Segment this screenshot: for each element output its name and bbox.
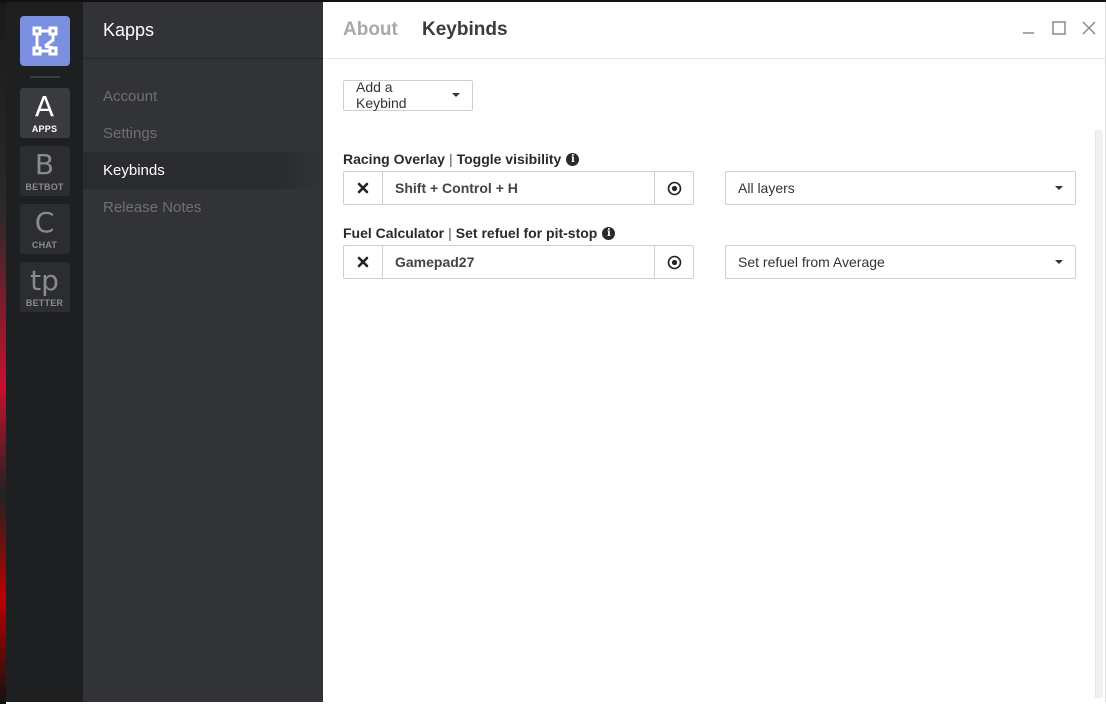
keybind-separator: |	[448, 225, 452, 241]
record-target-icon	[667, 255, 681, 269]
nav-item-account[interactable]: Account	[83, 78, 323, 115]
kapps-logo-icon[interactable]	[19, 16, 70, 66]
nav-item-settings[interactable]: Settings	[83, 115, 323, 152]
select-value: All layers	[738, 180, 795, 196]
clear-keybind-button[interactable]	[344, 172, 383, 204]
keybinds-content: Add a Keybind Racing Overlay | Toggle vi…	[343, 79, 1083, 279]
keybind-option-select[interactable]: All layers	[725, 171, 1076, 205]
keybind-app-name: Racing Overlay	[343, 151, 445, 167]
vertical-scrollbar[interactable]	[1095, 130, 1103, 698]
keybind-item: Fuel Calculator | Set refuel for pit-sto…	[343, 223, 1083, 279]
rail-item-betbot[interactable]: B BETBOT	[19, 146, 70, 196]
main-content: About Keybinds Add a Keybind Racing Over…	[323, 2, 1105, 702]
rail-item-chat[interactable]: C CHAT	[19, 204, 70, 254]
rail-item-better[interactable]: tp BETTER	[19, 262, 70, 312]
keybind-input[interactable]	[383, 246, 654, 278]
app-title: Kapps	[103, 20, 155, 40]
minimize-icon[interactable]	[1021, 20, 1037, 36]
betbot-glyph-icon: B	[34, 148, 55, 181]
keybind-action-name: Set refuel for pit-stop	[455, 225, 598, 241]
add-keybind-label: Add a Keybind	[356, 79, 407, 111]
maximize-icon[interactable]	[1051, 20, 1067, 36]
app-rail: A APPS B BETBOT C CHAT tp BETTER	[6, 2, 83, 702]
rail-item-apps[interactable]: A APPS	[19, 88, 70, 138]
info-circle-icon[interactable]: i	[602, 226, 616, 240]
nav-item-release-notes[interactable]: Release Notes	[83, 189, 323, 226]
keybind-label: Fuel Calculator | Set refuel for pit-sto…	[343, 223, 1083, 243]
keybind-item: Racing Overlay | Toggle visibility i Shi…	[343, 149, 1083, 205]
app-window: A APPS B BETBOT C CHAT tp BETTER Kapps A…	[6, 2, 1106, 702]
nav-item-keybinds[interactable]: Keybinds	[83, 152, 323, 189]
keybind-row: Set refuel from Average	[343, 245, 1083, 279]
apps-glyph-icon: A	[34, 90, 55, 123]
close-x-icon	[357, 182, 369, 194]
record-keybind-button[interactable]	[654, 172, 693, 204]
keybind-action-name: Toggle visibility	[456, 151, 562, 167]
add-keybind-button[interactable]: Add a Keybind	[343, 79, 473, 111]
keybind-separator: |	[448, 151, 453, 167]
rail-item-label: CHAT	[31, 240, 58, 250]
keybind-option-select[interactable]: Set refuel from Average	[725, 245, 1076, 279]
select-value: Set refuel from Average	[738, 254, 885, 270]
clear-keybind-button[interactable]	[344, 246, 383, 278]
keybind-input[interactable]	[383, 172, 654, 204]
tab-about[interactable]: About	[343, 19, 398, 41]
chat-glyph-icon: C	[34, 206, 55, 239]
rail-divider	[29, 76, 60, 78]
caret-down-icon	[1055, 186, 1063, 190]
key-input-group	[343, 171, 694, 205]
keybind-row: All layers	[343, 171, 1083, 205]
better-glyph-icon: tp	[30, 264, 59, 297]
record-keybind-button[interactable]	[654, 246, 693, 278]
nav-list: Account Settings Keybinds Release Notes	[83, 78, 323, 226]
keybind-app-name: Fuel Calculator	[343, 225, 445, 241]
keybind-label: Racing Overlay | Toggle visibility i	[343, 149, 1083, 169]
caret-down-icon	[1055, 260, 1063, 264]
settings-nav: Kapps Account Settings Keybinds Release …	[83, 2, 323, 702]
nav-divider	[83, 58, 323, 59]
close-window-icon[interactable]	[1081, 20, 1097, 36]
rail-item-label: BETBOT	[25, 182, 64, 192]
close-x-icon	[357, 256, 369, 268]
rail-item-label: BETTER	[25, 298, 64, 308]
info-circle-icon[interactable]: i	[566, 152, 580, 166]
record-target-icon	[667, 181, 681, 195]
rail-item-label: APPS	[31, 124, 58, 134]
tab-keybinds[interactable]: Keybinds	[422, 19, 508, 41]
key-input-group	[343, 245, 694, 279]
caret-down-icon	[452, 93, 460, 97]
header: About Keybinds	[323, 2, 1105, 59]
